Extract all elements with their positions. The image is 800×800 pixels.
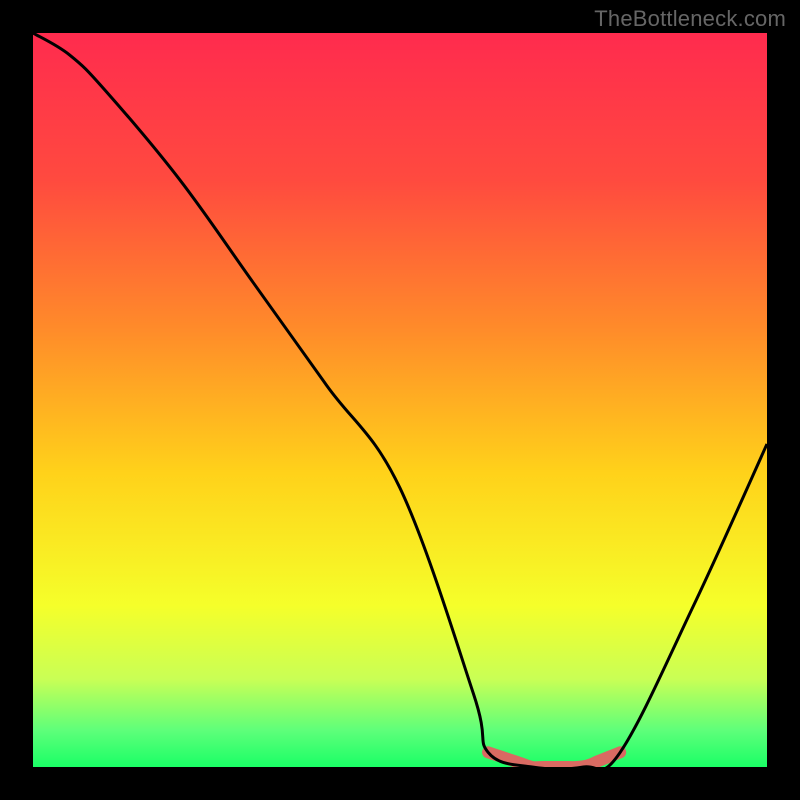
- plot-background: [33, 33, 767, 767]
- bottleneck-chart: [0, 0, 800, 800]
- watermark-text: TheBottleneck.com: [594, 6, 786, 32]
